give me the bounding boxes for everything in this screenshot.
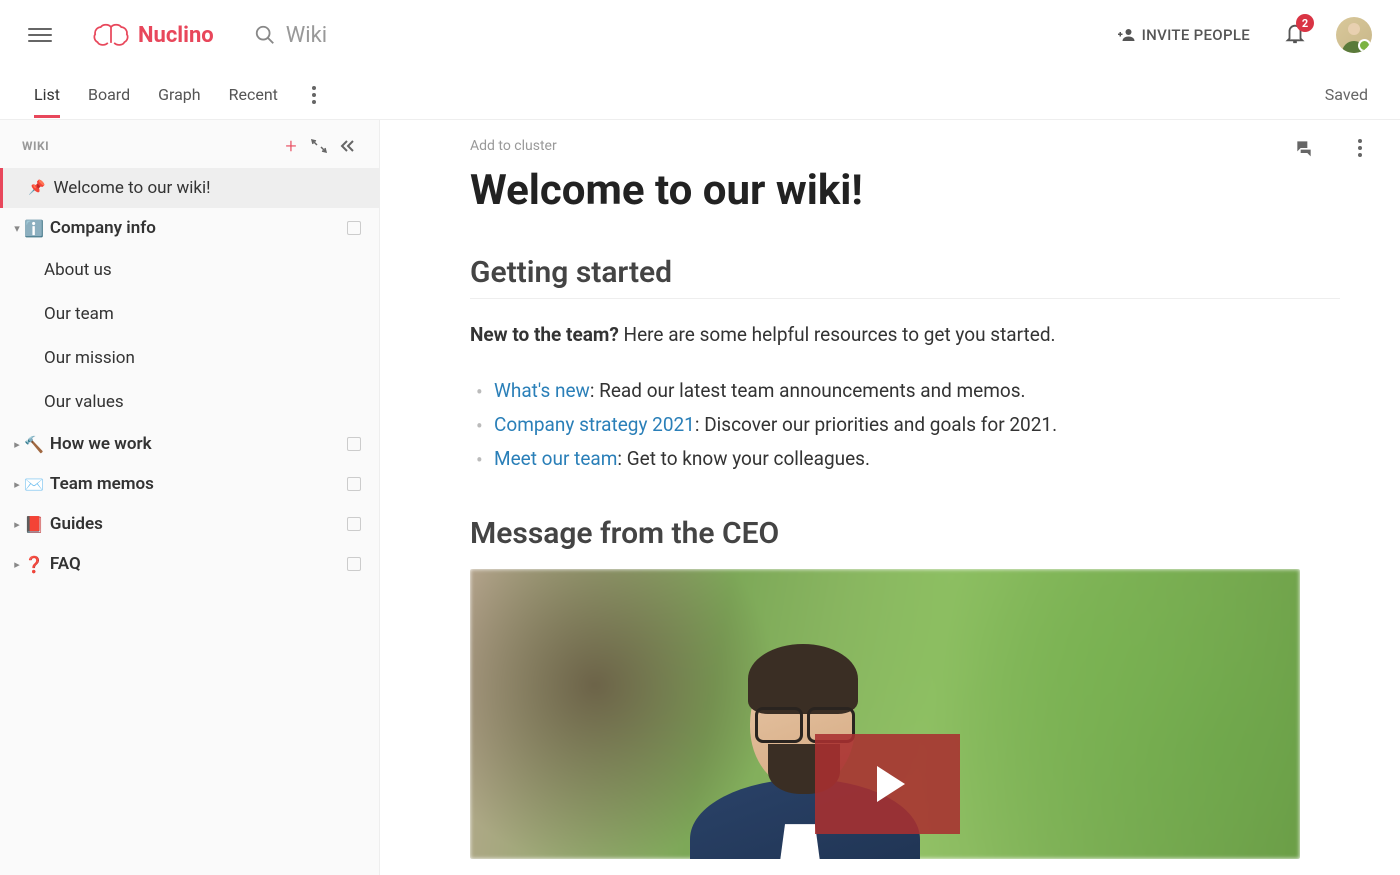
tabs-more-icon[interactable] [302,86,326,104]
link-company-strategy[interactable]: Company strategy 2021 [494,413,695,436]
tab-board[interactable]: Board [74,71,144,118]
sidebar-item-company-info[interactable]: ▾ ℹ️ Company info [0,208,379,248]
heading-ceo-message: Message from the CEO [470,516,1340,551]
search-icon [254,24,276,46]
item-checkbox[interactable] [347,557,361,571]
page-content: Add to cluster Welcome to our wiki! Gett… [380,120,1400,875]
pin-icon: 📌 [28,180,45,196]
hammer-icon: 🔨 [24,435,44,454]
brand-logo[interactable]: Nuclino [92,22,214,48]
sidebar-item-how-we-work[interactable]: ▸ 🔨 How we work [0,424,379,464]
add-page-icon[interactable]: + [277,132,305,160]
avatar[interactable] [1336,17,1372,53]
tab-recent[interactable]: Recent [215,71,292,118]
sidebar-item-guides[interactable]: ▸ 📕 Guides [0,504,379,544]
sidebar-item-our-mission[interactable]: Our mission [0,336,379,380]
invite-people-button[interactable]: INVITE PEOPLE [1118,26,1250,44]
chevron-right-icon: ▸ [10,438,24,451]
view-tabs: List Board Graph Recent Saved [0,70,1400,120]
sidebar-item-about-us[interactable]: About us [0,248,379,292]
notification-badge: 2 [1296,14,1314,32]
comments-icon[interactable] [1294,138,1314,158]
question-icon: ❓ [24,555,44,574]
chevron-right-icon: ▸ [10,558,24,571]
info-icon: ℹ️ [24,219,44,238]
page-more-icon[interactable] [1348,139,1372,157]
item-checkbox[interactable] [347,437,361,451]
page-title: Welcome to our wiki! [470,166,1340,215]
list-item: Company strategy 2021: Discover our prio… [470,408,1340,442]
collapse-sidebar-icon[interactable] [333,132,361,160]
save-status: Saved [1325,85,1368,104]
link-whats-new[interactable]: What's new [494,379,590,402]
sidebar-item-our-team[interactable]: Our team [0,292,379,336]
tab-graph[interactable]: Graph [144,71,215,118]
sidebar: WIKI + 📌 Welcome to our wiki! ▾ ℹ️ Compa… [0,120,380,875]
brain-icon [92,22,130,48]
add-person-icon [1118,26,1136,44]
ceo-video[interactable] [470,569,1300,859]
chevron-right-icon: ▸ [10,478,24,491]
search-button[interactable]: Wiki [254,23,327,48]
link-meet-team[interactable]: Meet our team [494,447,617,470]
sidebar-item-team-memos[interactable]: ▸ ✉️ Team memos [0,464,379,504]
search-label: Wiki [286,23,327,48]
tab-list[interactable]: List [20,71,74,118]
chevron-down-icon: ▾ [10,222,24,235]
list-item: Meet our team: Get to know your colleagu… [470,442,1340,476]
chevron-right-icon: ▸ [10,518,24,531]
item-checkbox[interactable] [347,477,361,491]
sidebar-item-our-values[interactable]: Our values [0,380,379,424]
resource-list: What's new: Read our latest team announc… [470,374,1340,477]
add-to-cluster[interactable]: Add to cluster [470,138,1340,154]
item-checkbox[interactable] [347,221,361,235]
play-icon[interactable] [815,734,960,834]
brand-name: Nuclino [138,23,214,48]
envelope-icon: ✉️ [24,475,44,494]
sidebar-title: WIKI [22,139,49,153]
notifications-button[interactable]: 2 [1284,22,1306,48]
topbar: Nuclino Wiki INVITE PEOPLE 2 [0,0,1400,70]
sidebar-item-faq[interactable]: ▸ ❓ FAQ [0,544,379,584]
expand-icon[interactable] [305,132,333,160]
item-checkbox[interactable] [347,517,361,531]
sidebar-item-welcome[interactable]: 📌 Welcome to our wiki! [0,168,379,208]
menu-icon[interactable] [28,23,52,47]
heading-getting-started: Getting started [470,255,1340,299]
intro-paragraph: New to the team? Here are some helpful r… [470,321,1340,350]
book-icon: 📕 [24,515,44,534]
list-item: What's new: Read our latest team announc… [470,374,1340,408]
